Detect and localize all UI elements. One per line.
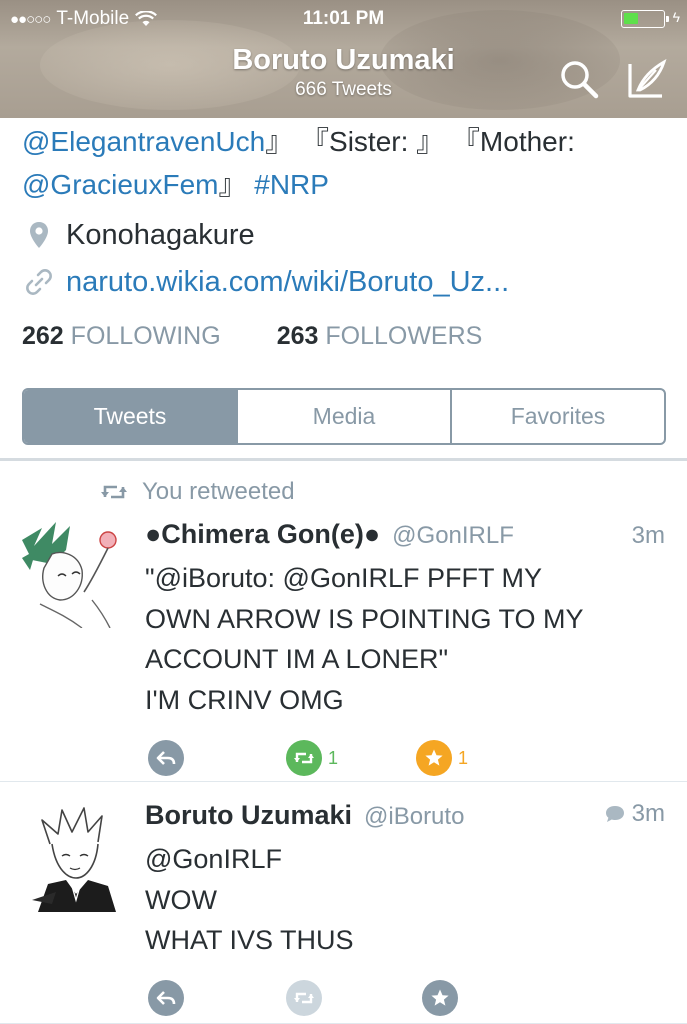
following-count: 262 <box>22 322 64 350</box>
retweet-icon <box>294 752 314 764</box>
reply-button[interactable] <box>148 980 184 1016</box>
tweet-timestamp: 3m <box>631 522 665 549</box>
battery-icon <box>621 10 669 28</box>
tweet-header: ●Chimera Gon(e)● @GonIRLF 3m <box>145 519 665 550</box>
tweet-text-line: ACCOUNT IM A LONER" <box>145 644 449 674</box>
star-icon <box>431 989 449 1006</box>
favorite-button[interactable] <box>422 980 458 1016</box>
tweet-timestamp: 3m <box>631 800 665 827</box>
bio-hashtag-link[interactable]: #NRP <box>254 169 329 200</box>
retweet-count: 1 <box>328 747 339 768</box>
tweet-item[interactable]: Boruto Uzumaki @iBoruto 3m @GonIRLF WOW … <box>0 782 687 1024</box>
compose-icon <box>628 58 667 98</box>
star-icon <box>425 749 443 766</box>
bio-mention-link[interactable]: @ElegantravenUch <box>22 126 265 157</box>
tweet-author-handle[interactable]: @GonIRLF <box>392 522 514 550</box>
profile-header: ●●○○○ T-Mobile 11:01 PM ϟ Boruto Uzumaki… <box>0 0 687 118</box>
tweet-text-line: WOW <box>145 884 217 915</box>
reply-button[interactable] <box>148 740 184 776</box>
favorite-button[interactable] <box>416 740 453 776</box>
tweet-header: Boruto Uzumaki @iBoruto 3m <box>145 800 665 831</box>
website-link[interactable]: naruto.wikia.com/wiki/Boruto_Uz... <box>66 266 509 299</box>
tweet-item[interactable]: You retweeted ●Chimera Gon(e)● @GonIRLF … <box>0 461 687 782</box>
profile-tabs: Tweets Media Favorites <box>22 388 666 445</box>
avatar-image <box>22 520 130 628</box>
tweet-text-line: @GonIRLF <box>145 844 282 874</box>
link-icon <box>26 269 52 295</box>
tweet-author-name[interactable]: Boruto Uzumaki <box>145 800 352 831</box>
avatar[interactable] <box>22 520 130 628</box>
reply-icon <box>156 991 176 1005</box>
search-icon <box>561 61 599 99</box>
tweet-text-line: "@iBoruto: @GonIRLF PFFT MY <box>145 563 542 593</box>
tab-media[interactable]: Media <box>236 390 450 443</box>
tweet-timestamp-group: 3m <box>604 800 665 828</box>
followers-stat[interactable]: 263 FOLLOWERS <box>277 322 483 351</box>
following-stat[interactable]: 262 FOLLOWING <box>22 322 221 351</box>
profile-location: Konohagakure <box>22 218 255 252</box>
following-label: FOLLOWING <box>70 322 221 350</box>
avatar[interactable] <box>22 804 130 912</box>
tweet-actions: 1 1 <box>148 740 468 776</box>
tweet-author-name[interactable]: ●Chimera Gon(e)● <box>145 519 380 550</box>
retweet-button[interactable] <box>286 980 322 1016</box>
bio-text: 』 『Sister: 』 『Mother: <box>265 126 575 157</box>
tab-favorites[interactable]: Favorites <box>450 390 664 443</box>
reply-icon <box>156 751 176 765</box>
tweet-text-line: WHAT IVS THUS <box>145 925 354 955</box>
profile-website[interactable]: naruto.wikia.com/wiki/Boruto_Uz... <box>22 265 509 299</box>
retweet-context-text: You retweeted <box>142 478 295 505</box>
tweet-text-line: OWN ARROW IS POINTING TO MY <box>145 603 584 634</box>
tweet-author-handle[interactable]: @iBoruto <box>364 803 464 831</box>
location-pin-icon <box>30 222 48 248</box>
profile-bio: @ElegantravenUch』 『Sister: 』 『Mother: @G… <box>22 120 672 206</box>
bio-text: 』 <box>218 169 255 200</box>
retweet-button[interactable] <box>286 740 322 776</box>
compose-tweet-button[interactable] <box>626 58 668 100</box>
tweet-text: @GonIRLF WOW WHAT IVS THUS <box>145 839 665 961</box>
tab-tweets[interactable]: Tweets <box>24 390 236 443</box>
followers-label: FOLLOWERS <box>325 322 483 350</box>
status-bar: ●●○○○ T-Mobile 11:01 PM ϟ <box>0 0 687 40</box>
retweet-icon <box>294 992 314 1004</box>
conversation-bubble-icon <box>605 806 624 822</box>
favorite-count: 1 <box>458 747 469 768</box>
search-button[interactable] <box>558 58 600 100</box>
bio-line-2: @GracieuxFem』 #NRP <box>22 163 672 206</box>
status-time: 11:01 PM <box>302 8 385 29</box>
avatar-image <box>22 804 130 912</box>
bio-line-1: @ElegantravenUch』 『Sister: 』 『Mother: <box>22 120 672 163</box>
retweet-icon <box>101 485 127 499</box>
followers-count: 263 <box>276 322 319 350</box>
tweet-actions <box>148 980 458 1016</box>
tweet-text-line: I'M CRINV OMG <box>145 684 344 715</box>
charging-icon: ϟ <box>672 9 680 25</box>
location-text: Konohagakure <box>66 218 255 251</box>
follow-stats: 262 FOLLOWING 263 FOLLOWERS <box>22 322 482 351</box>
retweet-context: You retweeted <box>100 478 295 506</box>
tweet-text: "@iBoruto: @GonIRLF PFFT MY OWN ARROW IS… <box>145 558 665 720</box>
bio-mention-link[interactable]: @GracieuxFem <box>22 169 218 200</box>
